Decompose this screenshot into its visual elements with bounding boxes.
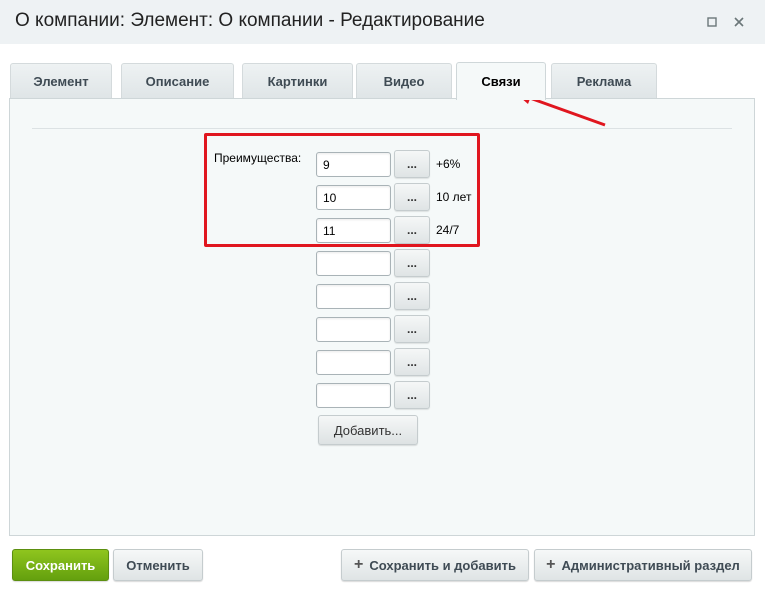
tab-images[interactable]: Картинки [242, 63, 353, 98]
advantage-input-3[interactable] [316, 218, 391, 243]
field-label: Преимущества: [214, 151, 302, 165]
advantage-input-6[interactable] [316, 317, 391, 342]
browse-button-8[interactable]: ... [394, 381, 430, 409]
tab-element[interactable]: Элемент [10, 63, 112, 98]
tab-description[interactable]: Описание [121, 63, 234, 98]
advantage-note-2: 10 лет [436, 190, 472, 204]
divider [32, 128, 732, 129]
close-icon[interactable] [731, 14, 747, 30]
advantage-input-8[interactable] [316, 383, 391, 408]
advantage-input-1[interactable] [316, 152, 391, 177]
browse-button-2[interactable]: ... [394, 183, 430, 211]
save-button[interactable]: Сохранить [12, 549, 109, 581]
admin-section-button[interactable]: + Административный раздел [534, 549, 752, 581]
browse-button-3[interactable]: ... [394, 216, 430, 244]
advantage-input-2[interactable] [316, 185, 391, 210]
cancel-button[interactable]: Отменить [113, 549, 203, 581]
browse-button-7[interactable]: ... [394, 348, 430, 376]
admin-section-label: Административный раздел [561, 557, 740, 573]
advantage-input-7[interactable] [316, 350, 391, 375]
save-and-add-button[interactable]: + Сохранить и добавить [341, 549, 529, 581]
add-more-button[interactable]: Добавить... [318, 415, 418, 445]
advantage-input-5[interactable] [316, 284, 391, 309]
browse-button-5[interactable]: ... [394, 282, 430, 310]
save-and-add-label: Сохранить и добавить [369, 557, 516, 573]
plus-icon: + [354, 556, 364, 573]
advantage-note-3: 24/7 [436, 223, 460, 237]
plus-icon: + [546, 556, 556, 573]
tab-links[interactable]: Связи [456, 62, 546, 100]
window-title: О компании: Элемент: О компании - Редакт… [15, 10, 485, 31]
advantage-input-4[interactable] [316, 251, 391, 276]
browse-button-6[interactable]: ... [394, 315, 430, 343]
window-titlebar: О компании: Элемент: О компании - Редакт… [0, 0, 765, 44]
tab-video[interactable]: Видео [356, 63, 452, 98]
tab-ads[interactable]: Реклама [551, 63, 657, 98]
browse-button-4[interactable]: ... [394, 249, 430, 277]
browse-button-1[interactable]: ... [394, 150, 430, 178]
advantage-note-1: +6% [436, 157, 461, 171]
restore-icon[interactable] [704, 14, 720, 30]
